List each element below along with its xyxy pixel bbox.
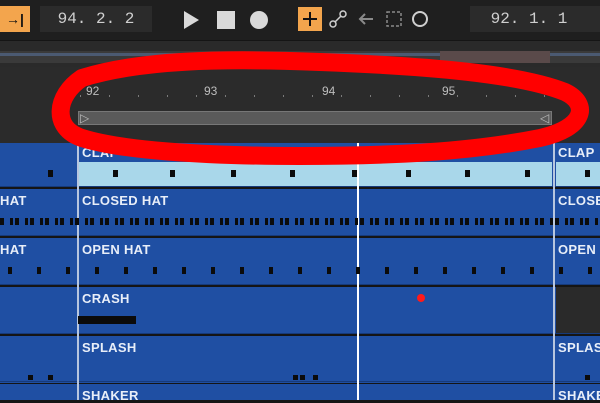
- red-annotation-ellipse: [51, 51, 589, 165]
